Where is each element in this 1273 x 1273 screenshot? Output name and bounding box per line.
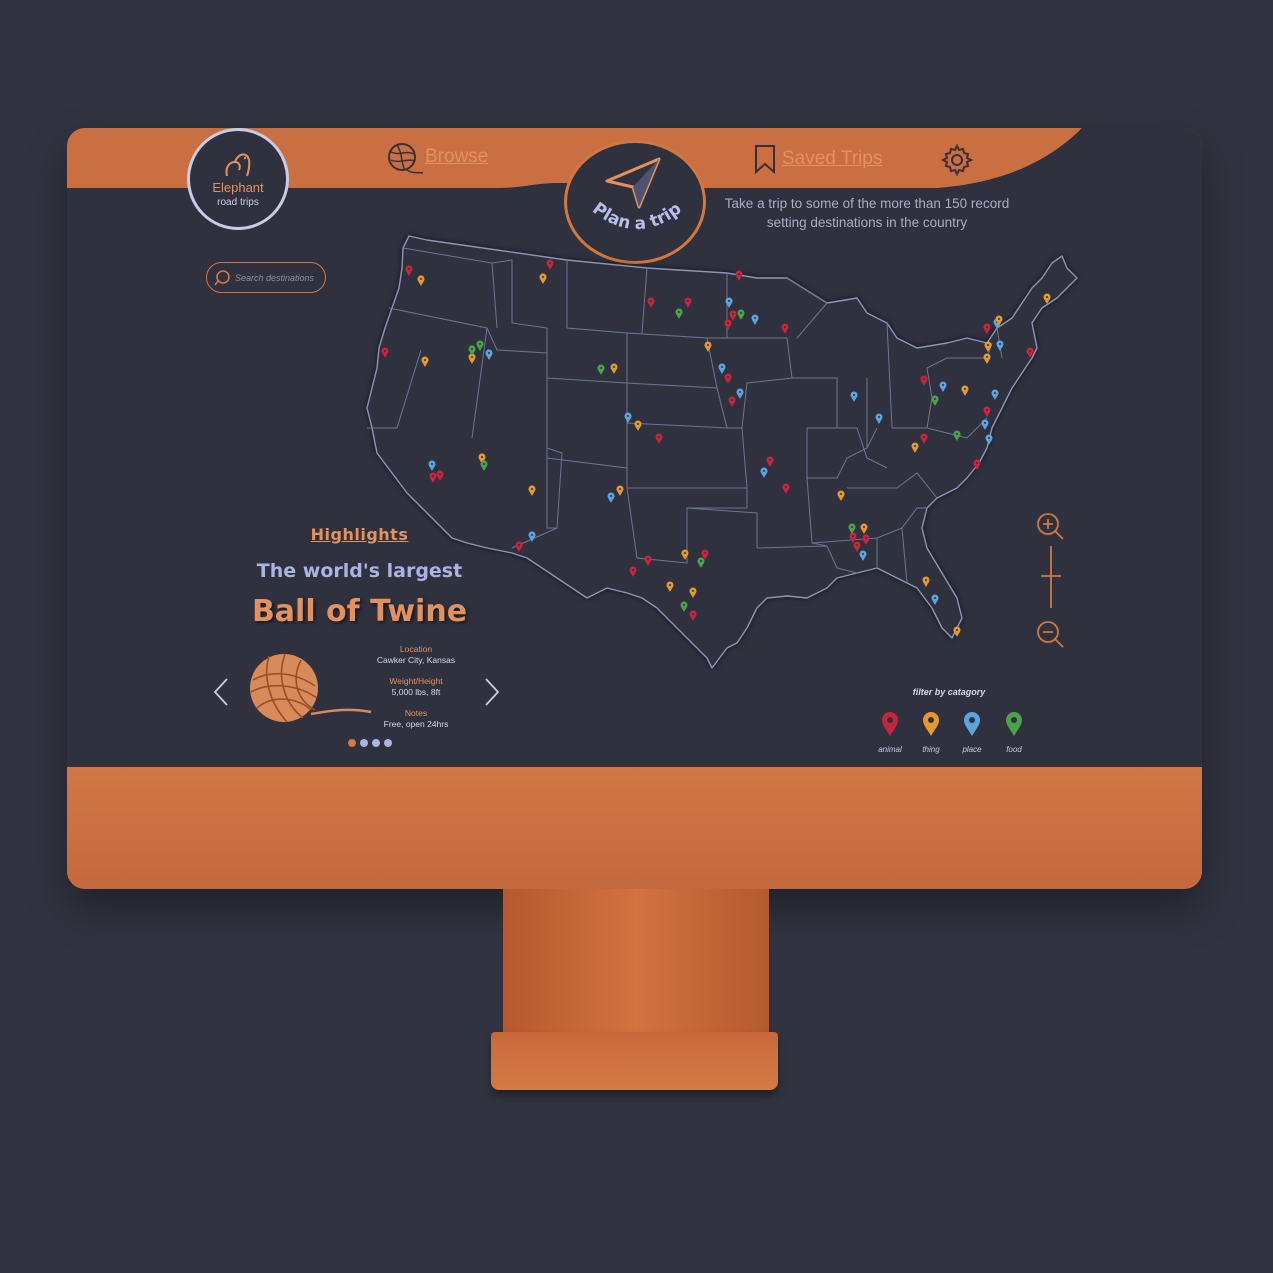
- carousel-dot[interactable]: [384, 739, 392, 747]
- filter-thing[interactable]: thing: [911, 711, 951, 754]
- filter-label: thing: [922, 745, 940, 754]
- info-weight: Weight/Height 5,000 lbs, 8ft: [360, 676, 472, 698]
- carousel-dot[interactable]: [360, 739, 368, 747]
- carousel-dot[interactable]: [348, 739, 356, 747]
- prev-arrow-icon[interactable]: [212, 676, 230, 708]
- highlight-name: Ball of Twine: [251, 594, 468, 629]
- ball-of-twine-illustration: [250, 653, 372, 723]
- filter-food[interactable]: food: [994, 711, 1034, 754]
- location-value: Cawker City, Kansas: [376, 655, 456, 665]
- zoom-out-icon[interactable]: [1035, 619, 1069, 649]
- monitor-stand-neck: [503, 889, 769, 1039]
- carousel-dot[interactable]: [372, 739, 380, 747]
- filter-animal[interactable]: animal: [870, 711, 910, 754]
- us-map[interactable]: [67, 128, 1202, 767]
- map-pin-icon: [923, 712, 939, 736]
- info-location: Location Cawker City, Kansas: [360, 644, 472, 666]
- map-pin-icon: [964, 712, 980, 736]
- notes-label: Notes: [404, 708, 428, 718]
- location-label: Location: [399, 644, 433, 654]
- next-arrow-icon[interactable]: [483, 676, 501, 708]
- weight-label: Weight/Height: [389, 676, 443, 686]
- zoom-in-icon[interactable]: [1035, 511, 1069, 541]
- zoom-slider[interactable]: [1039, 544, 1063, 610]
- filter-title: filter by catagory: [912, 687, 986, 697]
- filter-label: place: [962, 745, 982, 754]
- notes-value: Free, open 24hrs: [383, 719, 449, 729]
- monitor-frame: Elephant road trips Browse Plan a trip S…: [67, 128, 1202, 889]
- highlights-title: Highlights: [310, 525, 409, 544]
- highlight-subtitle: The world's largest: [256, 560, 463, 582]
- app-screen: Elephant road trips Browse Plan a trip S…: [67, 128, 1202, 767]
- filter-place[interactable]: place: [952, 711, 992, 754]
- filter-label: food: [1006, 745, 1022, 754]
- weight-value: 5,000 lbs, 8ft: [391, 687, 441, 697]
- map-pin-icon: [1006, 712, 1022, 736]
- map-pin-icon: [882, 712, 898, 736]
- filter-label: animal: [878, 745, 902, 754]
- map-pin-thing[interactable]: [953, 626, 961, 637]
- info-notes: Notes Free, open 24hrs: [360, 708, 472, 730]
- monitor-chin: [67, 767, 1202, 889]
- map-pin-animal[interactable]: [983, 323, 991, 334]
- monitor-stand-base: [491, 1032, 778, 1090]
